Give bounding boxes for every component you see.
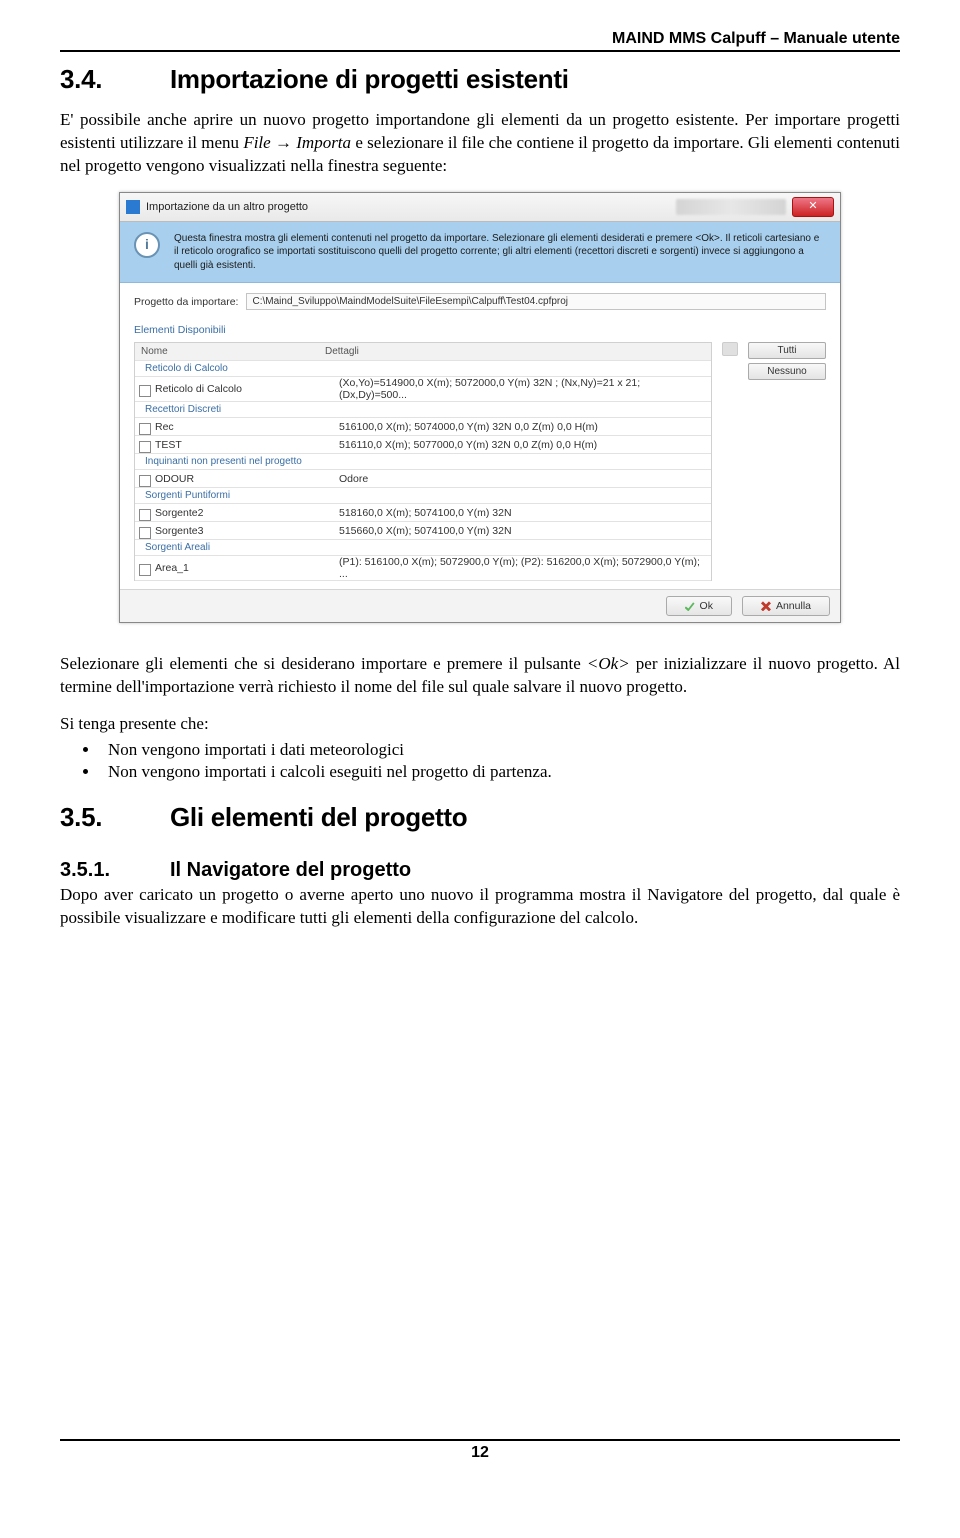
dialog-titlebar: Importazione da un altro progetto ✕ bbox=[120, 193, 840, 222]
checkbox-icon[interactable] bbox=[139, 509, 151, 521]
cross-icon bbox=[761, 601, 771, 611]
row-name: ODOUR bbox=[155, 473, 194, 485]
import-dialog: Importazione da un altro progetto ✕ i Qu… bbox=[119, 192, 841, 624]
section-3-5-heading: 3.5.Gli elementi del progetto bbox=[60, 802, 900, 833]
dialog-footer: Ok Annulla bbox=[120, 589, 840, 622]
checkbox-icon[interactable] bbox=[139, 441, 151, 453]
col-name: Nome bbox=[135, 346, 321, 357]
section-title: Importazione di progetti esistenti bbox=[170, 64, 569, 94]
page-number: 12 bbox=[471, 1444, 489, 1461]
path-input[interactable]: C:\Maind_Sviluppo\MaindModelSuite\FileEs… bbox=[246, 293, 826, 310]
project-path-row: Progetto da importare: C:\Maind_Sviluppo… bbox=[134, 293, 826, 310]
subsection-title: Il Navigatore del progetto bbox=[170, 859, 411, 881]
table-row[interactable]: Sorgente3 515660,0 X(m); 5074100,0 Y(m) … bbox=[135, 522, 711, 540]
header-rule bbox=[60, 50, 900, 52]
dialog-info-text: Questa finestra mostra gli elementi cont… bbox=[174, 232, 826, 273]
checkbox-icon[interactable] bbox=[139, 385, 151, 397]
close-icon[interactable]: ✕ bbox=[792, 197, 834, 217]
row-details: 518160,0 X(m); 5074100,0 Y(m) 32N bbox=[335, 507, 711, 519]
section-3-4-paragraph: E' possibile anche aprire un nuovo proge… bbox=[60, 109, 900, 178]
table-row[interactable]: Sorgente2 518160,0 X(m); 5074100,0 Y(m) … bbox=[135, 504, 711, 522]
checkmark-icon bbox=[685, 601, 695, 611]
row-name: TEST bbox=[155, 439, 182, 451]
row-name: Reticolo di Calcolo bbox=[155, 383, 242, 395]
group-label: Recettori Discreti bbox=[135, 402, 711, 418]
select-none-button[interactable]: Nessuno bbox=[748, 363, 826, 380]
section-number: 3.4. bbox=[60, 64, 170, 95]
table-header: Nome Dettagli bbox=[135, 343, 711, 361]
row-details: 516100,0 X(m); 5074000,0 Y(m) 32N 0,0 Z(… bbox=[335, 421, 711, 433]
available-elements-label: Elementi Disponibili bbox=[134, 324, 826, 336]
group-label: Sorgenti Puntiformi bbox=[135, 488, 711, 504]
app-icon bbox=[126, 200, 140, 214]
dialog-title: Importazione da un altro progetto bbox=[146, 201, 676, 213]
row-name: Sorgente3 bbox=[155, 525, 203, 537]
ok-italic: <Ok> bbox=[587, 654, 630, 673]
row-name: Sorgente2 bbox=[155, 507, 203, 519]
row-details: (Xo,Yo)=514900,0 X(m); 5072000,0 Y(m) 32… bbox=[335, 377, 711, 401]
row-name: Area_1 bbox=[155, 562, 189, 574]
checkbox-icon[interactable] bbox=[139, 564, 151, 576]
table-row[interactable]: ODOUR Odore bbox=[135, 470, 711, 488]
elements-table: Nome Dettagli Reticolo di Calcolo Retico… bbox=[134, 342, 712, 581]
page-footer: 12 bbox=[0, 1439, 960, 1462]
table-row[interactable]: TEST 516110,0 X(m); 5077000,0 Y(m) 32N 0… bbox=[135, 436, 711, 454]
row-details: 516110,0 X(m); 5077000,0 Y(m) 32N 0,0 Z(… bbox=[335, 439, 711, 451]
dialog-info-pane: i Questa finestra mostra gli elementi co… bbox=[120, 222, 840, 284]
note-lead: Si tenga presente che: bbox=[60, 713, 900, 736]
list-item: Non vengono importati i calcoli eseguiti… bbox=[100, 762, 900, 782]
menu-path-italic: File → Importa bbox=[243, 133, 351, 152]
notes-list: Non vengono importati i dati meteorologi… bbox=[100, 740, 900, 782]
cancel-label: Annulla bbox=[776, 600, 811, 612]
ok-label: Ok bbox=[700, 600, 713, 612]
para-text: Selezionare gli elementi che si desidera… bbox=[60, 654, 587, 673]
list-item: Non vengono importati i dati meteorologi… bbox=[100, 740, 900, 760]
doc-header: MAIND MMS Calpuff – Manuale utente bbox=[60, 30, 900, 48]
titlebar-blur bbox=[676, 199, 786, 215]
row-name: Rec bbox=[155, 421, 174, 433]
group-label: Sorgenti Areali bbox=[135, 540, 711, 556]
group-label: Inquinanti non presenti nel progetto bbox=[135, 454, 711, 470]
path-label: Progetto da importare: bbox=[134, 296, 238, 308]
subsection-number: 3.5.1. bbox=[60, 859, 170, 882]
checkbox-icon[interactable] bbox=[139, 423, 151, 435]
row-details: 515660,0 X(m); 5074100,0 Y(m) 32N bbox=[335, 525, 711, 537]
section-number: 3.5. bbox=[60, 802, 170, 833]
section-3-5-1-paragraph: Dopo aver caricato un progetto o averne … bbox=[60, 884, 900, 930]
section-3-4-heading: 3.4.Importazione di progetti esistenti bbox=[60, 64, 900, 95]
scrollbar-thumb[interactable] bbox=[722, 342, 738, 356]
checkbox-icon[interactable] bbox=[139, 527, 151, 539]
col-details: Dettagli bbox=[321, 346, 711, 357]
section-3-5-1-heading: 3.5.1.Il Navigatore del progetto bbox=[60, 859, 900, 882]
checkbox-icon[interactable] bbox=[139, 475, 151, 487]
info-icon: i bbox=[134, 232, 160, 258]
group-label: Reticolo di Calcolo bbox=[135, 361, 711, 377]
cancel-button[interactable]: Annulla bbox=[742, 596, 830, 616]
table-row[interactable]: Rec 516100,0 X(m); 5074000,0 Y(m) 32N 0,… bbox=[135, 418, 711, 436]
table-row[interactable]: Reticolo di Calcolo (Xo,Yo)=514900,0 X(m… bbox=[135, 377, 711, 402]
table-row[interactable]: Area_1 (P1): 516100,0 X(m); 5072900,0 Y(… bbox=[135, 556, 711, 581]
row-details: (P1): 516100,0 X(m); 5072900,0 Y(m); (P2… bbox=[335, 556, 711, 580]
ok-button[interactable]: Ok bbox=[666, 596, 732, 616]
footer-rule bbox=[60, 1439, 900, 1441]
after-dialog-paragraph: Selezionare gli elementi che si desidera… bbox=[60, 653, 900, 699]
select-all-button[interactable]: Tutti bbox=[748, 342, 826, 359]
section-title: Gli elementi del progetto bbox=[170, 802, 467, 832]
row-details: Odore bbox=[335, 473, 711, 485]
